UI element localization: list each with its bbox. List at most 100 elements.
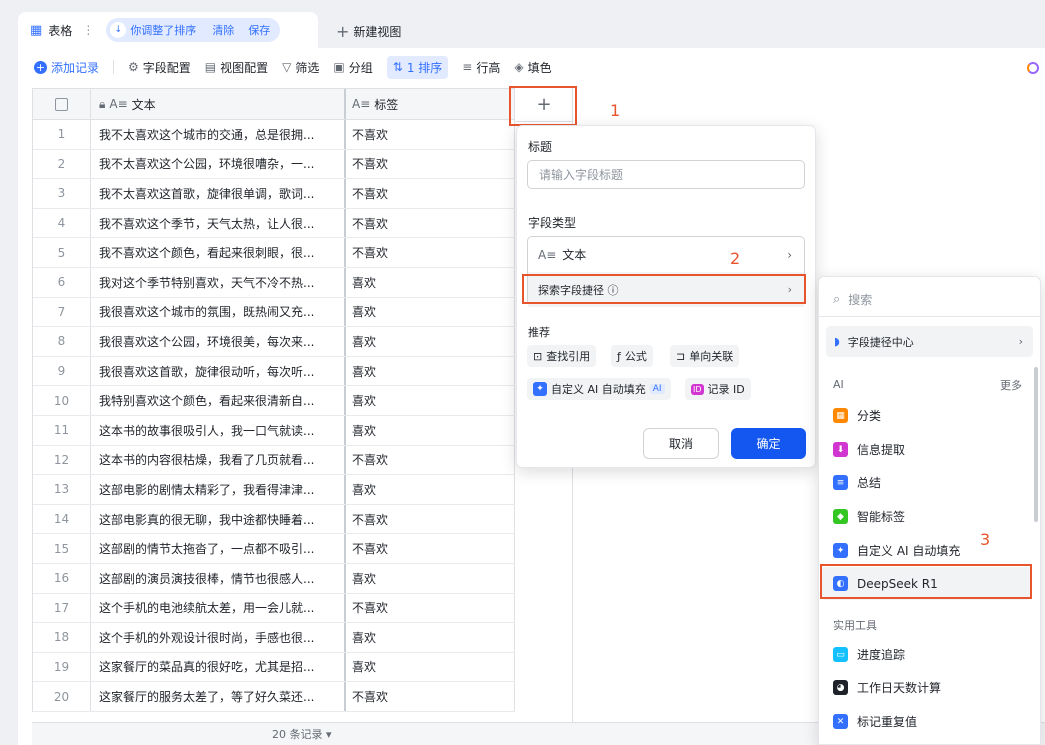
filter-button[interactable]: ▽ 筛选	[282, 59, 319, 76]
add-record-button[interactable]: + 添加记录	[34, 59, 99, 76]
field-config-button[interactable]: ⚙ 字段配置	[128, 59, 191, 76]
menu-item-classify[interactable]: ▦ 分类	[833, 407, 881, 424]
tag-cell[interactable]: 不喜欢	[346, 120, 515, 149]
field-title-input[interactable]: 请输入字段标题	[527, 160, 805, 189]
table-row[interactable]: 18 这个手机的外观设计很时尚，手感也很... 喜欢	[33, 623, 515, 653]
tab-table[interactable]: ▦ 表格 ⋮ ↓ 你调整了排序 清除 保存	[18, 12, 318, 48]
table-row[interactable]: 7 我很喜欢这个城市的氛围，既热闹又充... 喜欢	[33, 297, 515, 328]
tag-cell[interactable]: 喜欢	[346, 415, 515, 445]
text-cell[interactable]: 我不喜欢这个季节，天气太热，让人很...	[91, 208, 346, 238]
sort-button[interactable]: ⇅ 1 排序	[386, 55, 449, 79]
text-cell[interactable]: 这部电影真的很无聊，我中途都快睡着...	[91, 504, 346, 534]
tag-cell[interactable]: 不喜欢	[346, 208, 515, 238]
tag-cell[interactable]: 不喜欢	[346, 179, 515, 208]
table-row[interactable]: 14 这部电影真的很无聊，我中途都快睡着... 不喜欢	[33, 504, 515, 535]
view-config-button[interactable]: ▤ 视图配置	[205, 59, 268, 76]
row-height-button[interactable]: ≡ 行高	[462, 59, 500, 76]
menu-item-summary[interactable]: ≡ 总结	[833, 474, 881, 491]
tag-cell[interactable]: 喜欢	[346, 267, 515, 297]
text-cell[interactable]: 这个手机的外观设计很时尚，手感也很...	[91, 623, 346, 652]
tag-cell[interactable]: 喜欢	[346, 297, 515, 327]
tag-cell[interactable]: 不喜欢	[346, 534, 515, 563]
tag-cell[interactable]: 喜欢	[346, 623, 515, 652]
select-all-cell[interactable]	[33, 89, 91, 119]
confirm-button[interactable]: 确定	[731, 428, 806, 459]
menu-item-progress[interactable]: ▭ 进度追踪	[833, 646, 905, 663]
table-row[interactable]: 13 这部电影的剧情太精彩了，我看得津津... 喜欢	[33, 475, 515, 505]
clear-sort-button[interactable]: 清除	[212, 22, 234, 38]
tag-cell[interactable]: 喜欢	[346, 652, 515, 682]
text-cell[interactable]: 这本书的内容很枯燥，我看了几页就看...	[91, 445, 346, 475]
menu-item-extract[interactable]: ⬇ 信息提取	[833, 441, 905, 458]
table-row[interactable]: 9 我很喜欢这首歌，旋律很动听，每次听... 喜欢	[33, 356, 515, 387]
table-row[interactable]: 6 我对这个季节特别喜欢，天气不冷不热... 喜欢	[33, 267, 515, 298]
menu-item-smart-tag[interactable]: ◆ 智能标签	[833, 508, 905, 525]
rec-oneway-chip[interactable]: ⊐ 单向关联	[670, 345, 740, 367]
rec-formula-chip[interactable]: ƒ 公式	[611, 345, 653, 367]
table-row[interactable]: 1 我不太喜欢这个城市的交通，总是很拥... 不喜欢	[33, 120, 515, 150]
menu-item-ai-fill[interactable]: ✦ 自定义 AI 自动填充	[833, 542, 960, 559]
new-view-button[interactable]: + 新建视图	[336, 22, 401, 41]
text-cell[interactable]: 这家餐厅的菜品真的很好吃，尤其是招...	[91, 652, 346, 682]
text-cell[interactable]: 这部剧的演员演技很棒，情节也很感人...	[91, 563, 346, 593]
menu-item-workdays[interactable]: ◕ 工作日天数计算	[833, 679, 941, 696]
tag-cell[interactable]: 不喜欢	[346, 445, 515, 475]
text-cell[interactable]: 我很喜欢这首歌，旋律很动听，每次听...	[91, 356, 346, 386]
tag-cell[interactable]: 不喜欢	[346, 593, 515, 623]
table-body: 1 我不太喜欢这个城市的交通，总是很拥... 不喜欢 2 我不太喜欢这个公园，环境很嘈杂…	[33, 120, 515, 712]
table-row[interactable]: 15 这部剧的情节太拖沓了，一点都不吸引... 不喜欢	[33, 534, 515, 564]
table-row[interactable]: 8 我很喜欢这个公园，环境很美，每次来... 喜欢	[33, 327, 515, 357]
tag-cell[interactable]: 喜欢	[346, 475, 515, 504]
more-link[interactable]: 更多	[1000, 377, 1022, 393]
menu-item-duplicates[interactable]: ✕ 标记重复值	[833, 713, 917, 730]
rec-lookup-chip[interactable]: ⊡ 查找引用	[527, 345, 597, 367]
column-header-text[interactable]: 🔒︎ A≡ 文本	[91, 89, 346, 119]
more-dots-icon[interactable]: ⋮	[82, 23, 94, 37]
tag-cell[interactable]: 喜欢	[346, 563, 515, 593]
text-cell[interactable]: 我很喜欢这个城市的氛围，既热闹又充...	[91, 297, 346, 327]
rec-ai-fill-chip[interactable]: ✦ 自定义 AI 自动填充 AI	[527, 378, 671, 400]
table-row[interactable]: 2 我不太喜欢这个公园，环境很嘈杂，一... 不喜欢	[33, 149, 515, 180]
table-row[interactable]: 19 这家餐厅的菜品真的很好吃，尤其是招... 喜欢	[33, 652, 515, 683]
shortcut-search-input[interactable]: ⌕ 搜索	[833, 291, 872, 308]
table-row[interactable]: 4 我不喜欢这个季节，天气太热，让人很... 不喜欢	[33, 208, 515, 239]
tag-cell[interactable]: 喜欢	[346, 386, 515, 415]
cancel-button[interactable]: 取消	[643, 428, 719, 459]
group-button[interactable]: ▣ 分组	[333, 59, 372, 76]
tag-cell[interactable]: 不喜欢	[346, 682, 515, 711]
table-row[interactable]: 3 我不太喜欢这首歌，旋律很单调，歌词... 不喜欢	[33, 179, 515, 209]
menu-item-label: 标记重复值	[857, 715, 918, 729]
text-cell[interactable]: 我不太喜欢这首歌，旋律很单调，歌词...	[91, 179, 346, 208]
table-row[interactable]: 16 这部剧的演员演技很棒，情节也很感人... 喜欢	[33, 563, 515, 594]
fill-color-button[interactable]: ◈ 填色	[514, 59, 551, 76]
tag-cell[interactable]: 喜欢	[346, 327, 515, 356]
table-row[interactable]: 11 这本书的故事很吸引人，我一口气就读... 喜欢	[33, 415, 515, 446]
table-row[interactable]: 17 这个手机的电池续航太差，用一会儿就... 不喜欢	[33, 593, 515, 624]
select-all-checkbox[interactable]	[55, 97, 68, 111]
text-cell[interactable]: 这部剧的情节太拖沓了，一点都不吸引...	[91, 534, 346, 563]
rec-record-id-chip[interactable]: ID 记录 ID	[685, 378, 751, 400]
text-cell[interactable]: 我不太喜欢这个城市的交通，总是很拥...	[91, 120, 346, 149]
text-cell[interactable]: 这家餐厅的服务太差了，等了好久菜还...	[91, 682, 346, 711]
tag-cell[interactable]: 不喜欢	[346, 149, 515, 179]
column-header-tag[interactable]: A≡ 标签	[346, 89, 515, 119]
tag-cell[interactable]: 喜欢	[346, 356, 515, 386]
save-sort-button[interactable]: 保存	[248, 22, 270, 38]
text-cell[interactable]: 这本书的故事很吸引人，我一口气就读...	[91, 415, 346, 445]
shortcut-center-item[interactable]: ◗ 字段捷径中心 ›	[826, 326, 1033, 357]
text-cell[interactable]: 这个手机的电池续航太差，用一会儿就...	[91, 593, 346, 623]
text-cell[interactable]: 我不太喜欢这个公园，环境很嘈杂，一...	[91, 149, 346, 179]
text-cell[interactable]: 我不喜欢这个颜色，看起来很刺眼，很...	[91, 238, 346, 267]
text-cell[interactable]: 我对这个季节特别喜欢，天气不冷不热...	[91, 267, 346, 297]
table-row[interactable]: 20 这家餐厅的服务太差了，等了好久菜还... 不喜欢	[33, 682, 515, 712]
tag-cell[interactable]: 不喜欢	[346, 238, 515, 267]
text-cell[interactable]: 我特别喜欢这个颜色，看起来很清新自...	[91, 386, 346, 415]
table-row[interactable]: 12 这本书的内容很枯燥，我看了几页就看... 不喜欢	[33, 445, 515, 476]
text-cell[interactable]: 这部电影的剧情太精彩了，我看得津津...	[91, 475, 346, 504]
tag-cell[interactable]: 不喜欢	[346, 504, 515, 534]
field-type-text-option[interactable]: A≡ 文本 ›	[528, 237, 804, 272]
text-cell[interactable]: 我很喜欢这个公园，环境很美，每次来...	[91, 327, 346, 356]
table-row[interactable]: 10 我特别喜欢这个颜色，看起来很清新自... 喜欢	[33, 386, 515, 416]
menu-scrollbar[interactable]	[1034, 367, 1038, 522]
table-row[interactable]: 5 我不喜欢这个颜色，看起来很刺眼，很... 不喜欢	[33, 238, 515, 268]
